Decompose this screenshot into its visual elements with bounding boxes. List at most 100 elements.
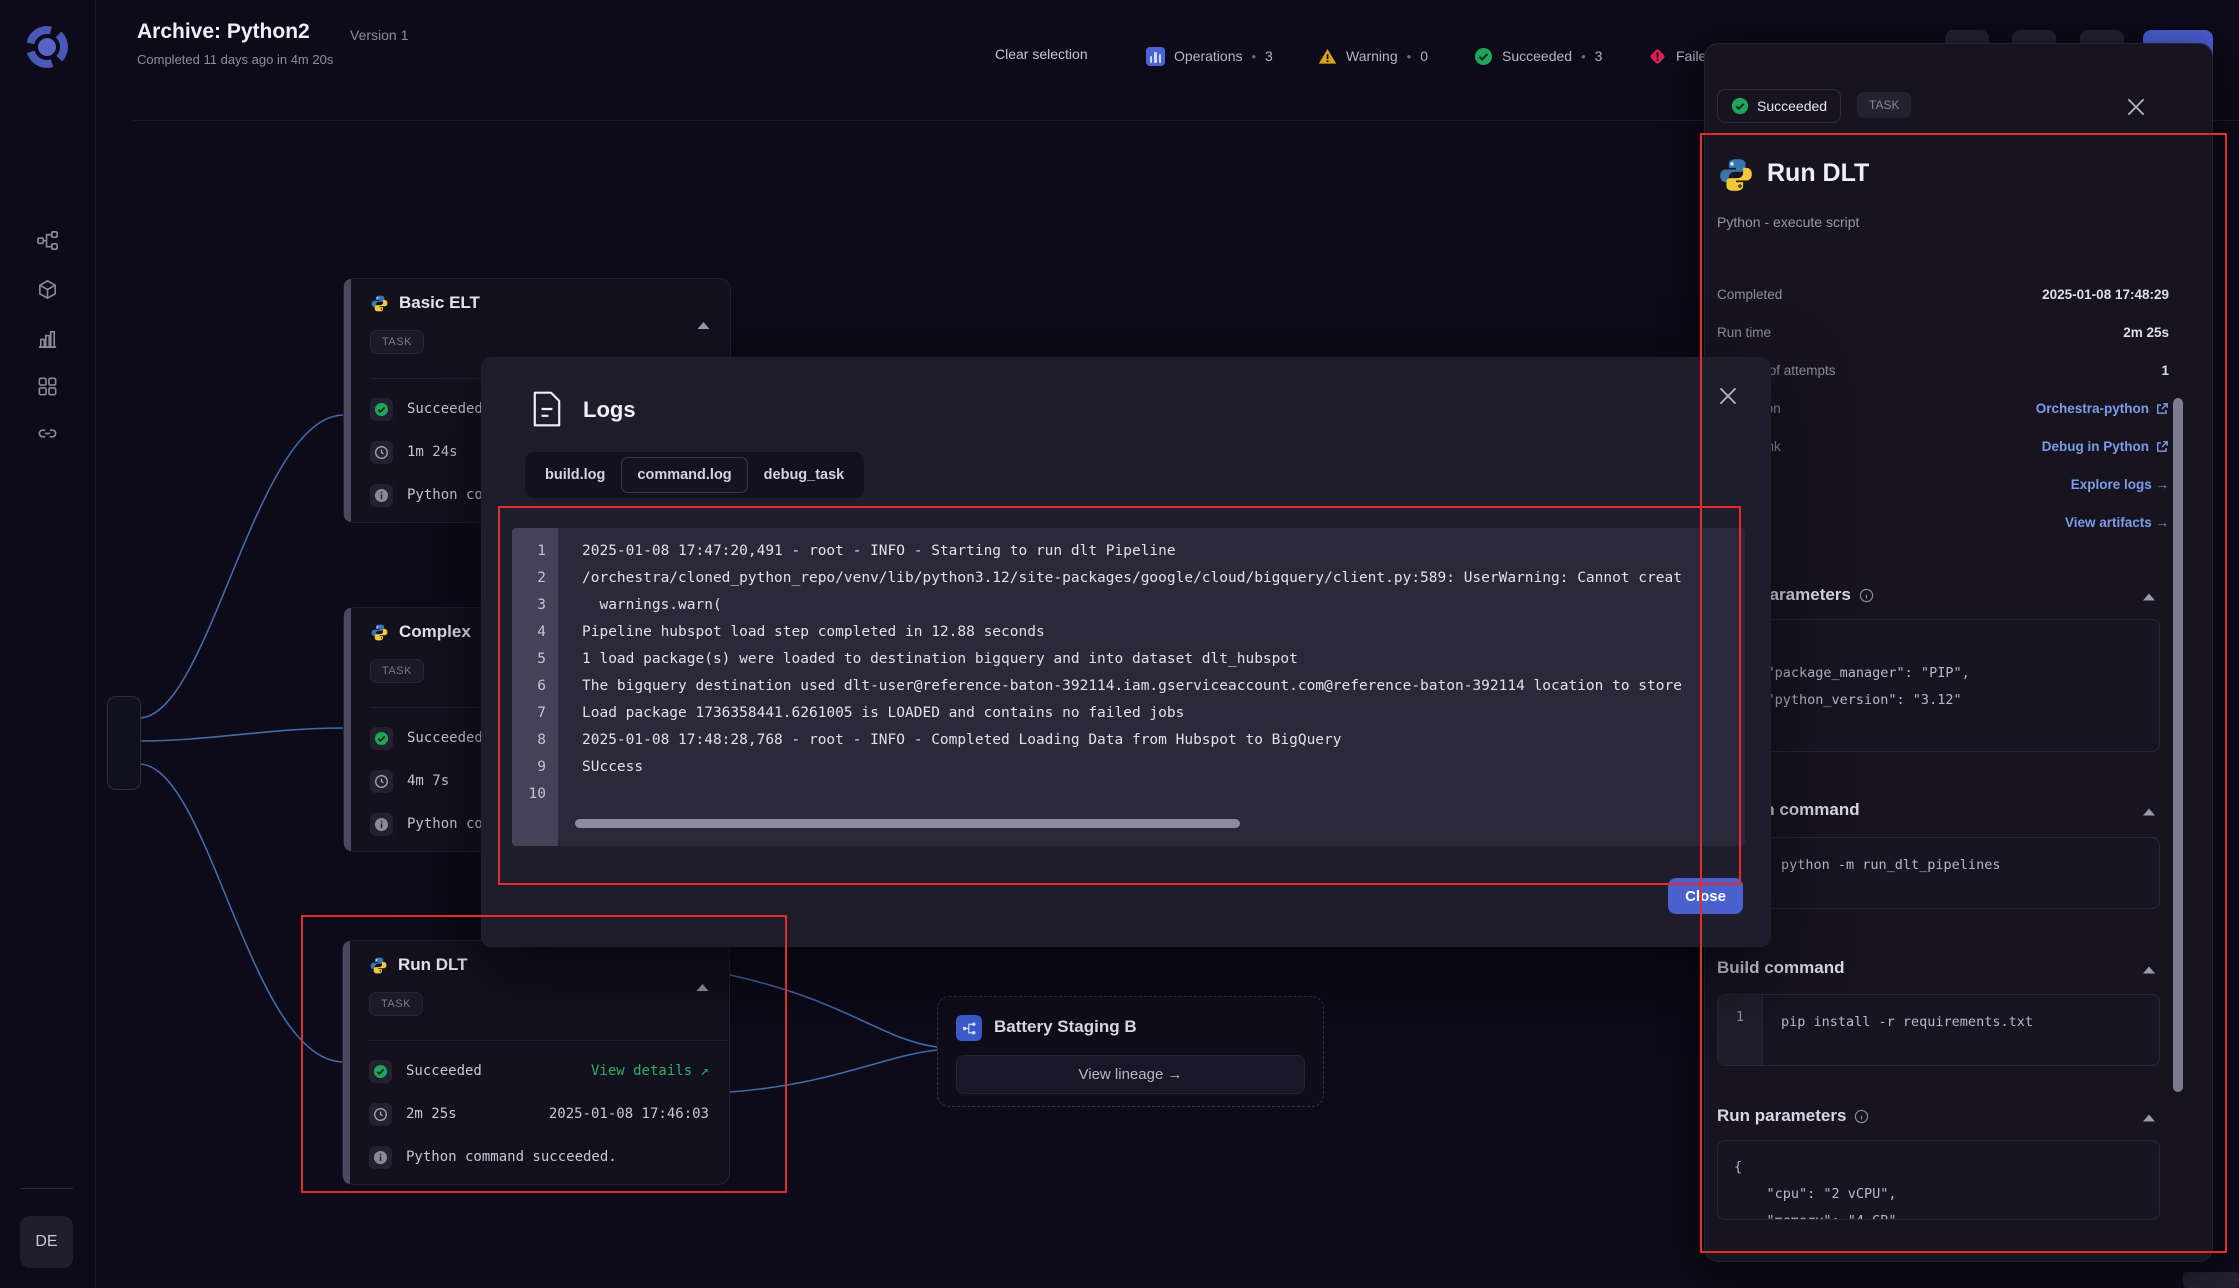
clock-icon [370,440,393,464]
view-details-link[interactable]: View details ↗ [591,1063,709,1079]
bar-chart-icon[interactable] [36,327,59,350]
panel-task-subtitle: Python - execute script [1717,214,1860,230]
tab-build-log[interactable]: build.log [529,457,621,493]
modal-close-button[interactable]: Close [1668,878,1743,914]
info-icon [1859,588,1874,602]
collapse-icon[interactable] [2142,965,2156,975]
panel-scrollbar[interactable] [2173,398,2183,1092]
orchestra-logo-icon[interactable] [24,24,70,70]
node-status: Succeeded [407,730,483,746]
detail-row-integration: Integration Orchestra-python [1717,401,2169,416]
task-type-badge: TASK [370,330,424,354]
task-node-run-dlt[interactable]: Run DLT TASK Succeeded View details ↗ 2m… [342,940,730,1185]
row-label: Completed [1717,287,1783,302]
task-type-badge: TASK [369,992,423,1016]
python-icon [1717,156,1755,194]
modal-close-icon[interactable] [1715,383,1741,409]
sidebar-divider [20,1188,73,1189]
log-content: 2025-01-08 17:47:20,491 - root - INFO - … [582,543,1682,775]
python-icon [369,956,388,975]
node-message: Python command succeeded. [406,1149,617,1165]
chevron-up-icon[interactable] [696,983,709,992]
chevron-up-icon[interactable] [697,321,710,330]
grid-icon[interactable] [36,375,59,398]
integration-link[interactable]: Orchestra-python [2036,401,2169,416]
cube-icon[interactable] [36,278,59,301]
run-parameters-code: { "cpu": "2 vCPU", "memory": "4 GB" [1717,1140,2160,1220]
section-build-command: Build command [1717,958,1845,977]
panel-close-icon[interactable] [2123,94,2149,120]
tab-command-log[interactable]: command.log [621,457,748,493]
node-finished-time: 2025-01-08 17:46:03 [548,1106,709,1122]
info-icon [370,483,393,507]
explore-logs-link[interactable]: Explore logs → [2071,477,2169,492]
pipeline-start-node[interactable] [107,696,141,790]
node-message-row: Python command succeeded. [369,1144,709,1170]
node-runtime: 4m 7s [407,773,450,789]
view-artifacts-link[interactable]: View artifacts → [2065,515,2169,530]
node-title: Basic ELT [399,293,480,312]
pipeline-node-title: Battery Staging B [994,1017,1137,1036]
type-badge: TASK [1857,92,1912,118]
row-value: 2m 25s [2123,325,2169,340]
lineage-node-icon [956,1015,982,1041]
row-label: Run time [1717,325,1772,340]
node-status: Succeeded [406,1063,482,1079]
debug-link[interactable]: Debug in Python [2042,439,2169,454]
info-icon [1855,1109,1869,1123]
app-screen: DE Archive: Python2 Version 1 Completed … [0,0,2239,1288]
detail-row-runtime: Run time 2m 25s [1717,325,2169,340]
status-badge-label: Succeeded [1757,98,1828,114]
bottom-right-chip [2183,1272,2239,1288]
tab-debug-task[interactable]: debug_task [748,457,861,493]
task-detail-panel: Succeeded TASK Run DLT Python - execute … [1704,43,2213,1262]
log-horizontal-scrollbar[interactable] [575,819,1240,828]
log-viewer[interactable]: 12 34 56 78 9 10 2025-01-08 17:47:20,491 … [512,528,1745,846]
logs-modal: Logs build.log command.log debug_task 12… [481,357,1771,947]
lineage-icon[interactable] [36,229,59,252]
clock-icon [370,769,393,793]
collapse-icon[interactable] [2142,1113,2156,1123]
view-lineage-button[interactable]: View lineage → [956,1055,1305,1094]
node-title: Run DLT [398,955,468,974]
node-runtime: 1m 24s [407,444,458,460]
check-circle-icon [1731,97,1749,115]
node-divider [369,1040,727,1041]
section-run-parameters: Run parameters [1717,1106,1869,1126]
link-icon[interactable] [36,422,59,445]
python-command-code: 1 python -m run_dlt_pipelines [1717,837,2160,909]
build-command-code: 1 pip install -r requirements.txt [1717,994,2160,1066]
node-status-row: Succeeded View details ↗ [369,1058,709,1084]
row-value: 2025-01-08 17:48:29 [2042,287,2169,302]
task-type-badge: TASK [370,659,424,683]
task-parameters-code: { "package_manager": "PIP", "python_vers… [1717,619,2160,752]
info-icon [370,812,393,836]
status-badge: Succeeded [1717,89,1842,123]
node-title: Complex [399,622,471,641]
node-status: Succeeded [407,401,483,417]
user-avatar[interactable]: DE [20,1216,73,1268]
panel-task-title: Run DLT [1767,159,1870,187]
node-runtime-row: 2m 25s 2025-01-08 17:46:03 [369,1101,709,1127]
detail-row-completed: Completed 2025-01-08 17:48:29 [1717,287,2169,302]
clock-icon [369,1102,392,1126]
detail-row-debug: Debug link Debug in Python [1717,439,2169,454]
detail-row-artifacts: Artifacts View artifacts → [1717,515,2169,530]
python-icon [370,294,389,313]
row-value: 1 [2161,363,2169,378]
detail-row-attempts: Number of attempts 1 [1717,363,2169,378]
collapse-icon[interactable] [2142,592,2156,602]
check-icon [369,1059,392,1083]
line-number: 1 [1718,995,1763,1065]
pipeline-node-battery-staging-b[interactable]: Battery Staging B View lineage → [937,996,1324,1107]
external-link-icon [2157,402,2168,414]
modal-title: Logs [583,397,636,422]
detail-row-logs: Logs Explore logs → [1717,477,2169,492]
python-icon [370,623,389,642]
collapse-icon[interactable] [2142,807,2156,817]
info-icon [369,1145,392,1169]
node-runtime: 2m 25s [406,1106,457,1122]
external-link-icon [2157,440,2168,452]
log-tabs: build.log command.log debug_task [525,452,865,498]
log-line-numbers: 12 34 56 78 9 10 [512,528,558,846]
